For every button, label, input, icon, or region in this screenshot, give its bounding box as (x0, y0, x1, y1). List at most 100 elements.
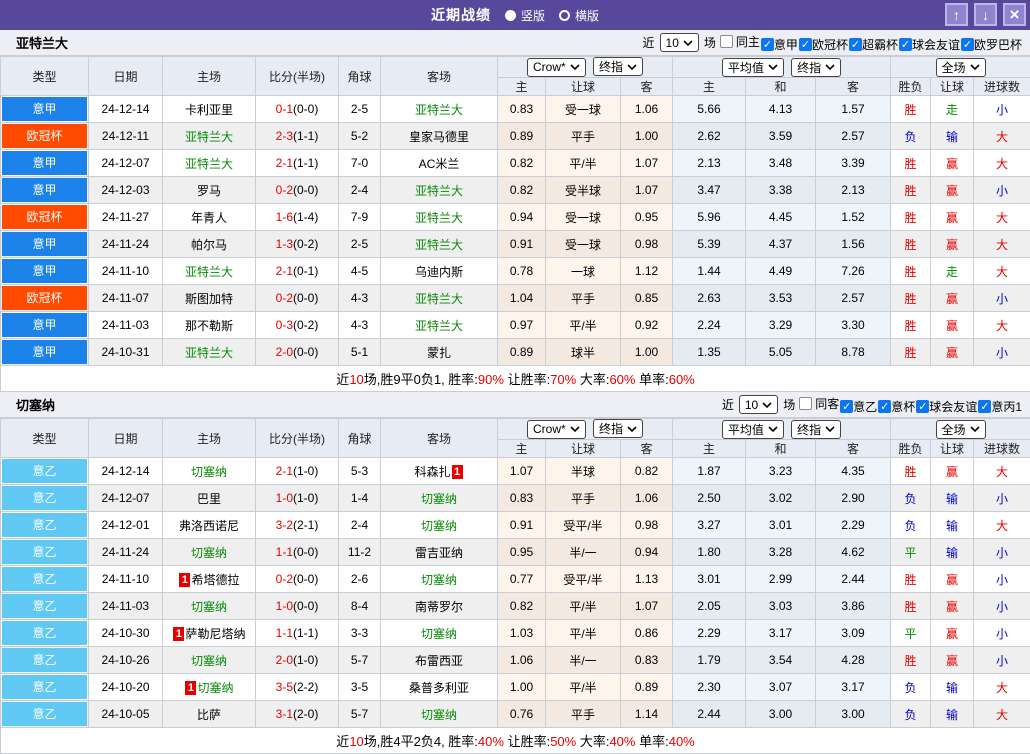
recent-count-select[interactable]: 10 (660, 33, 699, 52)
avg-draw-odds-cell: 2.99 (746, 566, 816, 593)
result-goals-cell: 小 (974, 96, 1030, 123)
result-wdl-cell: 胜 (891, 96, 931, 123)
league-type-cell: 意甲 (1, 150, 89, 177)
average-select[interactable]: 平均值 (722, 58, 784, 77)
avg-draw-odds-cell: 4.45 (746, 204, 816, 231)
filter-checkbox-同客[interactable]: 同客 (799, 395, 839, 412)
recent-count-select[interactable]: 10 (739, 395, 778, 414)
filter-checkbox-球会友谊[interactable]: ✓球会友谊 (916, 398, 977, 415)
result-goals-cell: 大 (974, 204, 1030, 231)
team-name-text: 切塞纳 (421, 492, 457, 506)
result-wdl-cell: 胜 (891, 339, 931, 366)
corner-cell: 3-3 (339, 620, 381, 647)
avg-away-odds-cell: 8.78 (816, 339, 891, 366)
halftime-score: (1-0) (293, 464, 318, 478)
team-name-text: 桑普多利亚 (409, 681, 469, 695)
handicap-home-odds-cell: 0.83 (498, 96, 546, 123)
result-goals-cell: 大 (974, 458, 1030, 485)
filter-checkbox-球会友谊[interactable]: ✓球会友谊 (899, 36, 960, 53)
away-team-cell: 切塞纳 (381, 512, 498, 539)
result-wdl-cell: 胜 (891, 258, 931, 285)
result-wdl-cell: 负 (891, 674, 931, 701)
bookmaker-select[interactable]: Crow* (527, 420, 586, 439)
radio-vertical-layout[interactable]: 竖版 (505, 7, 545, 24)
avg-away-odds-cell: 2.57 (816, 285, 891, 312)
handicap-time-select[interactable]: 终指 (593, 57, 643, 76)
result-handicap-cell: 输 (931, 512, 974, 539)
col-handicap-away: 客 (621, 440, 673, 458)
home-team-cell: 切塞纳 (163, 458, 256, 485)
avg-away-odds-cell: 2.90 (816, 485, 891, 512)
average-time-select[interactable]: 终指 (791, 58, 841, 77)
close-button[interactable]: × (1003, 3, 1026, 26)
filter-checkbox-欧罗巴杯[interactable]: ✓欧罗巴杯 (961, 36, 1022, 53)
team-name-text: 亚特兰大 (185, 346, 233, 360)
scope-select[interactable]: 全场 (936, 58, 986, 77)
col-avg-away: 客 (816, 78, 891, 96)
team-name-text: 皇家马德里 (409, 130, 469, 144)
radio-horizontal-layout[interactable]: 横版 (559, 7, 599, 24)
filter-checkbox-超霸杯[interactable]: ✓超霸杯 (849, 36, 898, 53)
handicap-time-select[interactable]: 终指 (593, 419, 643, 438)
filter-checkbox-意甲[interactable]: ✓意甲 (761, 36, 798, 53)
filter-checkbox-意丙1[interactable]: ✓意丙1 (978, 398, 1022, 415)
league-type-badge: 意乙 (2, 648, 87, 672)
match-row: 意乙 24-12-07 巴里 1-0(1-0) 1-4 切塞纳 0.83 平手 … (1, 485, 1030, 512)
handicap-away-odds-cell: 1.00 (621, 123, 673, 150)
move-up-button[interactable]: ↑ (945, 3, 968, 26)
league-type-badge: 意甲 (2, 178, 87, 202)
halftime-score: (1-0) (293, 653, 318, 667)
bookmaker-select[interactable]: Crow* (527, 58, 586, 77)
section-atalanta: 亚特兰大 近 10 场 同主✓意甲✓欧冠杯✓超霸杯✓球会友谊✓欧罗巴杯 类型 日… (0, 30, 1030, 392)
filter-checkbox-同主[interactable]: 同主 (720, 33, 760, 50)
team-name-text: 切塞纳 (191, 654, 227, 668)
league-type-cell: 意乙 (1, 593, 89, 620)
col-avg-draw: 和 (746, 78, 816, 96)
league-type-badge: 意甲 (2, 259, 87, 283)
avg-home-odds-cell: 2.29 (673, 620, 746, 647)
halftime-score: (0-1) (293, 264, 318, 278)
col-result-wdl: 胜负 (891, 78, 931, 96)
score-cell: 0-2(0-0) (256, 177, 339, 204)
match-row: 意乙 24-10-30 1萨勒尼塔纳 1-1(1-1) 3-3 切塞纳 1.03… (1, 620, 1030, 647)
average-time-select[interactable]: 终指 (791, 420, 841, 439)
result-goals-cell: 小 (974, 593, 1030, 620)
fulltime-score: 1-1 (276, 545, 293, 559)
corner-cell: 2-6 (339, 566, 381, 593)
result-goals-cell: 大 (974, 150, 1030, 177)
halftime-score: (1-0) (293, 491, 318, 505)
red-card-badge: 1 (173, 627, 184, 641)
checkbox-unchecked-icon (720, 35, 733, 48)
filter-checkbox-意乙[interactable]: ✓意乙 (840, 398, 877, 415)
move-down-button[interactable]: ↓ (974, 3, 997, 26)
avg-home-odds-cell: 2.05 (673, 593, 746, 620)
col-home: 主场 (163, 57, 256, 96)
date-cell: 24-12-03 (89, 177, 163, 204)
corner-cell: 11-2 (339, 539, 381, 566)
handicap-line-cell: 平手 (546, 123, 621, 150)
score-cell: 2-1(1-1) (256, 150, 339, 177)
handicap-home-odds-cell: 0.82 (498, 150, 546, 177)
page-title: 近期战绩 (431, 5, 491, 25)
team-name-text: 弗洛西诺尼 (179, 519, 239, 533)
results-table: 类型 日期 主场 比分(半场) 角球 客场 Crow* 终指 平均值 终指 (0, 56, 1030, 392)
average-select[interactable]: 平均值 (722, 420, 784, 439)
result-goals-cell: 大 (974, 701, 1030, 728)
chevron-down-icon (683, 40, 693, 46)
home-team-cell: 亚特兰大 (163, 123, 256, 150)
result-handicap-cell: 输 (931, 123, 974, 150)
score-cell: 1-3(0-2) (256, 231, 339, 258)
avg-away-odds-cell: 2.29 (816, 512, 891, 539)
filter-checkbox-意杯[interactable]: ✓意杯 (878, 398, 915, 415)
handicap-home-odds-cell: 0.91 (498, 231, 546, 258)
result-group-header: 全场 (891, 57, 1030, 78)
match-row: 欧冠杯 24-12-11 亚特兰大 2-3(1-1) 5-2 皇家马德里 0.8… (1, 123, 1030, 150)
filter-checkbox-欧冠杯[interactable]: ✓欧冠杯 (799, 36, 848, 53)
handicap-home-odds-cell: 0.97 (498, 312, 546, 339)
team-name-text: 卡利亚里 (185, 103, 233, 117)
avg-home-odds-cell: 2.50 (673, 485, 746, 512)
scope-select[interactable]: 全场 (936, 420, 986, 439)
handicap-away-odds-cell: 0.82 (621, 458, 673, 485)
league-type-badge: 意乙 (2, 486, 87, 510)
halftime-score: (0-0) (293, 545, 318, 559)
